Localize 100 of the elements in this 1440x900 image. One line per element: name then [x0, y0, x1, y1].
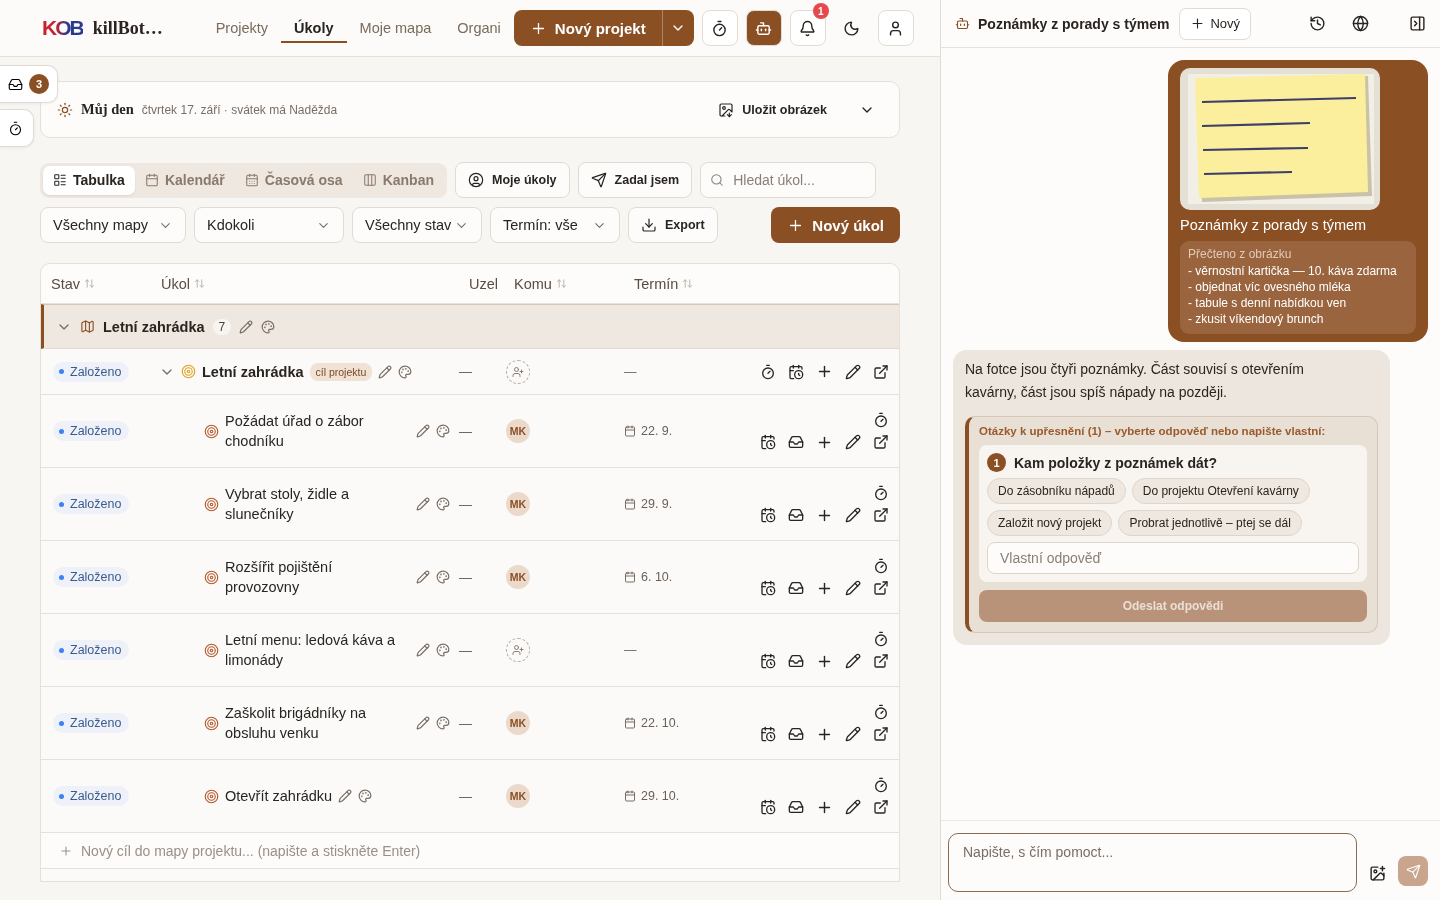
palette-icon[interactable]: [358, 789, 373, 803]
timer-icon[interactable]: [873, 703, 889, 720]
inbox-icon[interactable]: [788, 653, 804, 669]
pencil-icon[interactable]: [845, 507, 861, 523]
answer-option[interactable]: Do projektu Otevření kavárny: [1131, 478, 1310, 504]
calendar-icon: [624, 571, 636, 583]
view-tab[interactable]: Tabulka: [43, 165, 135, 195]
due-date: —: [624, 364, 638, 379]
filter-dropdown[interactable]: Všechny mapy: [40, 207, 186, 243]
status-badge: Založeno: [53, 713, 130, 733]
external-link-icon[interactable]: [873, 726, 889, 742]
target-icon: [204, 788, 219, 804]
new-task-button[interactable]: Nový úkol: [771, 207, 900, 243]
nav-tab[interactable]: Organi: [444, 0, 514, 56]
timer-icon[interactable]: [873, 776, 889, 793]
column-header[interactable]: Stav: [41, 275, 151, 292]
answer-field[interactable]: Vlastní odpověď: [987, 542, 1359, 574]
timer-icon[interactable]: [760, 363, 776, 380]
palette-icon[interactable]: [261, 319, 276, 334]
robot-icon[interactable]: [745, 10, 782, 46]
inbox-icon[interactable]: [788, 726, 804, 742]
filter-dropdown[interactable]: Termín: vše: [490, 207, 620, 243]
column-header[interactable]: Termín: [624, 275, 739, 292]
calendar-clock-icon[interactable]: [760, 653, 776, 669]
pencil-icon[interactable]: [845, 363, 861, 380]
timer-icon[interactable]: [873, 557, 889, 574]
user-icon[interactable]: [877, 10, 914, 46]
column-header[interactable]: Komu: [504, 275, 624, 292]
calendar-icon: [624, 717, 636, 729]
calendar-clock-icon[interactable]: [760, 580, 776, 596]
plus-icon[interactable]: [816, 363, 833, 380]
palette-icon[interactable]: [436, 570, 450, 584]
plus-icon: [59, 844, 73, 858]
new-chat-button[interactable]: Nový: [1179, 7, 1252, 40]
pencil-icon[interactable]: [845, 653, 861, 669]
globe-icon[interactable]: [1352, 15, 1369, 32]
plus-icon: [1190, 16, 1206, 31]
task-title: Zaškolit brigádníky na obsluhu venku: [225, 704, 368, 743]
search-field[interactable]: Hledat úkol...: [700, 162, 877, 198]
nav-tab[interactable]: Moje mapa: [346, 0, 445, 56]
filter-button[interactable]: Zadal jsem: [577, 162, 693, 198]
calendar-clock-icon[interactable]: [760, 726, 776, 742]
palette-icon[interactable]: [436, 643, 450, 657]
node-cell-text: —: [459, 715, 473, 731]
filter-dropdown[interactable]: Všechny stav: [352, 207, 482, 243]
timer-icon[interactable]: [873, 411, 889, 428]
calendar-clock-icon[interactable]: [788, 363, 804, 380]
calendar-clock-icon[interactable]: [760, 799, 776, 815]
answer-option[interactable]: Probrat jednotlivě – ptej se dál: [1118, 510, 1302, 536]
timer-tab[interactable]: [0, 109, 34, 147]
inbox-icon[interactable]: [788, 507, 804, 523]
group-row[interactable]: Letní zahrádka 7: [41, 304, 899, 349]
inbox-icon[interactable]: [788, 799, 804, 815]
calendar-clock-icon[interactable]: [760, 434, 776, 450]
column-header[interactable]: Úkol: [151, 275, 459, 292]
ocr-line: - věrnostní kartička — 10. káva zdarma: [1188, 263, 1397, 279]
timer-icon[interactable]: [701, 10, 738, 46]
calendar-icon: [144, 173, 159, 187]
answer-option[interactable]: Založit nový projekt: [987, 510, 1113, 536]
external-link-icon[interactable]: [873, 434, 889, 450]
nav-tab[interactable]: Projekty: [202, 0, 282, 56]
palette-icon[interactable]: [436, 716, 450, 730]
nav-tab[interactable]: Úkoly: [281, 0, 347, 56]
node-cell-text: —: [459, 423, 473, 439]
palette-icon[interactable]: [398, 364, 413, 379]
external-link-icon[interactable]: [873, 799, 889, 815]
external-link-icon[interactable]: [873, 580, 889, 596]
pencil-icon[interactable]: [845, 580, 861, 596]
pencil-icon[interactable]: [845, 434, 861, 450]
column-header: Uzel: [468, 275, 499, 292]
avatar: MK: [506, 784, 530, 808]
history-icon[interactable]: [1309, 15, 1326, 32]
external-link-icon[interactable]: [873, 363, 889, 380]
timer-icon[interactable]: [873, 484, 889, 501]
inbox-tab[interactable]: 3: [0, 65, 58, 103]
inbox-icon[interactable]: [788, 580, 804, 596]
search-icon: [710, 173, 725, 187]
pencil-icon[interactable]: [845, 726, 861, 742]
pencil-icon[interactable]: [845, 799, 861, 815]
panel-close-icon[interactable]: [1409, 15, 1426, 32]
due-date: —: [624, 643, 638, 657]
save-image-button[interactable]: Uložit obrázek: [712, 100, 833, 119]
add-image-icon[interactable]: [1369, 865, 1386, 882]
timer-icon[interactable]: [873, 630, 889, 647]
filter-button[interactable]: Moje úkoly: [454, 162, 570, 198]
message-field[interactable]: Napište, s čím pomoct...: [948, 833, 1357, 892]
calendar-clock-icon[interactable]: [760, 507, 776, 523]
export-button[interactable]: Export: [628, 207, 718, 243]
filter-dropdown[interactable]: Kdokoli: [194, 207, 344, 243]
palette-icon[interactable]: [436, 497, 450, 511]
due-date: 29. 9.: [624, 497, 739, 511]
my-day-date: čtvrtek 17. září · svátek má Naděžda: [141, 102, 338, 117]
external-link-icon[interactable]: [873, 507, 889, 523]
columns-icon: [362, 173, 377, 187]
external-link-icon[interactable]: [873, 653, 889, 669]
task-title: Otevřít zahrádku: [225, 787, 333, 806]
inbox-icon[interactable]: [788, 434, 804, 450]
answer-option[interactable]: Do zásobníku nápadů: [987, 478, 1126, 504]
palette-icon[interactable]: [436, 424, 450, 438]
node-cell-text: —: [459, 496, 473, 512]
